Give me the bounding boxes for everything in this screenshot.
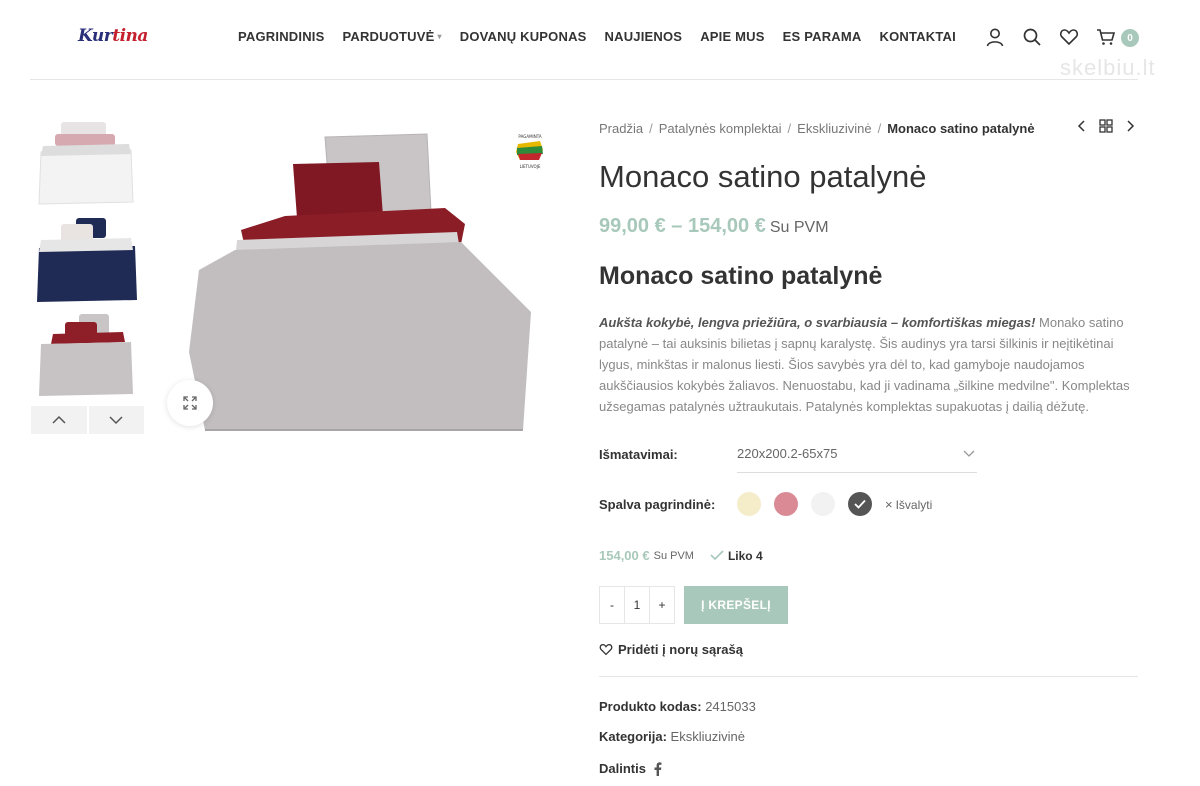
price-suffix: Su PVM [769,219,829,236]
watermark: skelbiu.lt [1060,55,1156,80]
close-icon: × [885,496,893,512]
add-to-wishlist-link[interactable]: Pridėti į norų sąrašą [599,642,743,657]
breadcrumb-current: Monaco satino patalynė [887,121,1035,136]
breadcrumb-separator: / [649,121,653,136]
nav-item-label: PARDUOTUVĖ [342,29,435,44]
nav-item-kontaktai[interactable]: KONTAKTAI [879,29,955,44]
share-label: Dalintis [599,761,646,776]
site-logo[interactable]: Kurtina [78,26,148,46]
main-nav: PAGRINDINIS PARDUOTUVĖ ▾ DOVANŲ KUPONAS N… [238,29,974,44]
check-icon [854,499,866,509]
search-icon[interactable] [1021,26,1043,48]
product-share: Dalintis [599,761,662,776]
color-label: Spalva pagrindinė: [599,496,716,512]
thumbnail-white-bedding[interactable] [31,112,144,206]
size-variation-row: Išmatavimai: 220x200.2-65x75 [599,435,977,473]
breadcrumb: Pradžia / Patalynės komplektai / Ekskliuzivi… [599,121,1035,136]
clear-selection-link[interactable]: × Išvalyti [885,497,932,512]
facebook-icon[interactable] [654,761,662,776]
category-label: Kategorija: [599,729,667,744]
svg-text:LIETUVOJE: LIETUVOJE [520,164,541,169]
product-title: Monaco satino patalynė [599,159,927,194]
thumbnail-navy-bedding[interactable] [31,210,144,304]
divider [599,676,1138,677]
thumbnail-nav [31,406,144,434]
logo-text-accent: tina [112,26,148,46]
user-icon[interactable] [984,26,1006,48]
breadcrumb-link-ekskliuzivine[interactable]: Ekskliuzivinė [797,121,871,136]
size-label: Išmatavimai: [599,446,678,462]
size-select[interactable]: 220x200.2-65x75 [737,435,977,473]
price-range: 99,00 € – 154,00 € [599,215,766,237]
wishlist-label: Pridėti į norų sąrašą [618,642,743,657]
nav-item-dovanu-kuponas[interactable]: DOVANŲ KUPONAS [460,29,587,44]
back-to-shop-button[interactable] [1099,119,1113,138]
chevron-down-icon [109,416,123,425]
expand-icon [183,396,197,410]
description-lead: Aukšta kokybė, lengva priežiūra, o svarb… [599,315,1036,330]
swatch-cream[interactable] [737,492,761,516]
nav-item-es-parama[interactable]: ES PARAMA [783,29,862,44]
breadcrumb-separator: / [787,121,792,136]
chevron-up-icon [52,415,66,424]
prev-product-button[interactable] [1077,119,1087,138]
nav-item-parduotuve[interactable]: PARDUOTUVĖ ▾ [342,29,441,44]
clear-label: Išvalyti [895,497,933,512]
add-to-cart-row: - 1 + Į KREPŠELĮ [599,586,788,624]
logo-text-main: Kur [78,26,113,46]
product-price: 99,00 € – 154,00 € Su PVM [599,215,829,238]
svg-text:PAGAMINTA: PAGAMINTA [518,134,541,139]
chevron-right-icon [1127,120,1135,132]
variation-price-suffix: Su PVM [653,549,694,562]
quantity-plus-button[interactable]: + [650,587,674,623]
product-sku: Produkto kodas: 2415033 [599,699,756,714]
variation-price-amount: 154,00 € [599,548,650,563]
sku-label: Produkto kodas: [599,699,702,714]
nav-item-apie-mus[interactable]: APIE MUS [700,29,764,44]
swatch-white[interactable] [811,492,835,516]
check-icon [710,550,724,561]
product-subtitle: Monaco satino patalynė [599,262,883,290]
heart-icon [599,643,613,656]
header-icons: 0 [984,26,1139,48]
product-description: Aukšta kokybė, lengva priežiūra, o svarb… [599,312,1134,417]
color-variation-row: Spalva pagrindinė: × Išvalyti [599,492,932,516]
thumbnail-prev-button[interactable] [31,406,87,434]
heart-icon[interactable] [1058,26,1080,48]
swatch-pink[interactable] [774,492,798,516]
nav-item-naujienos[interactable]: NAUJIENOS [605,29,683,44]
category-link[interactable]: Ekskliuzivinė [671,729,745,744]
color-swatches: × Išvalyti [737,492,932,516]
thumbnail-gallery [31,112,144,434]
stock-status: Liko 4 [710,549,763,563]
sku-value: 2415033 [705,699,756,714]
chevron-down-icon [963,450,975,457]
nav-item-pagrindinis[interactable]: PAGRINDINIS [238,29,324,44]
chevron-left-icon [1077,120,1085,132]
cart-count-badge: 0 [1121,29,1139,47]
chevron-down-icon: ▾ [437,32,442,41]
quantity-minus-button[interactable]: - [600,587,624,623]
size-select-value: 220x200.2-65x75 [737,446,838,461]
product-category: Kategorija: Ekskliuzivinė [599,729,745,744]
cart-icon[interactable] [1095,26,1117,48]
site-header: Kurtina PAGRINDINIS PARDUOTUVĖ ▾ DOVANŲ K… [30,0,1155,80]
breadcrumb-separator: / [877,121,882,136]
grid-icon [1099,119,1113,133]
thumbnail-next-button[interactable] [88,406,144,434]
main-product-image[interactable]: PAGAMINTA LIETUVOJE [165,112,565,442]
breadcrumb-link-patalynes-komplektai[interactable]: Patalynės komplektai [659,121,782,136]
product-navigation [1077,119,1135,138]
stock-text: Liko 4 [727,548,763,563]
zoom-button[interactable] [167,380,213,426]
quantity-stepper: - 1 + [599,586,675,624]
variation-price: 154,00 € Su PVM Liko 4 [599,548,763,563]
add-to-cart-button[interactable]: Į KREPŠELĮ [684,586,788,624]
next-product-button[interactable] [1125,119,1135,138]
quantity-input[interactable]: 1 [624,587,650,623]
breadcrumb-link-pradzia[interactable]: Pradžia [599,121,643,136]
swatch-grey-selected[interactable] [848,492,872,516]
thumbnail-grey-burgundy-bedding[interactable] [31,308,144,402]
made-in-lithuania-badge: PAGAMINTA LIETUVOJE [510,132,550,172]
